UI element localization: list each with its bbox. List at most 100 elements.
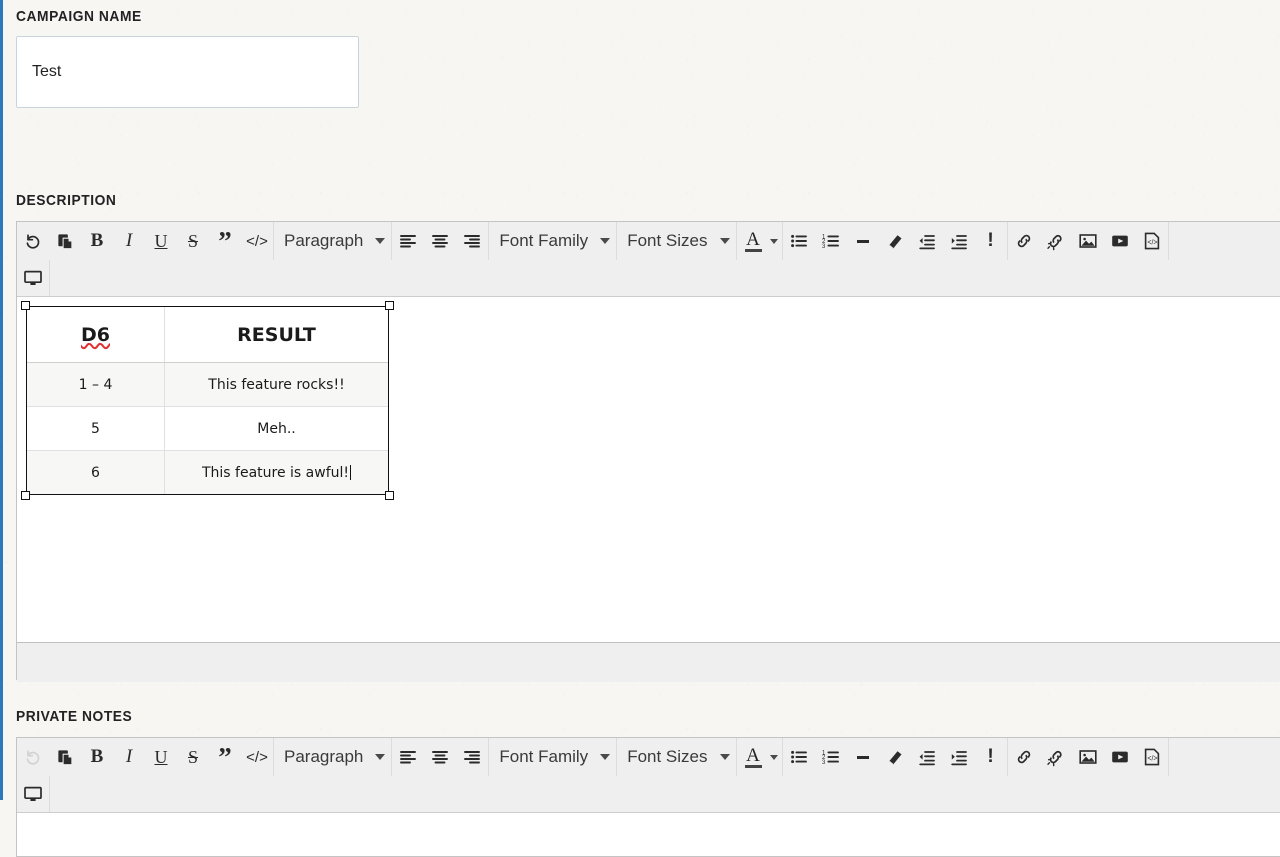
clear-formatting-button[interactable] (879, 742, 911, 772)
strikethrough-button[interactable]: S (177, 742, 209, 772)
special-button[interactable]: ! (975, 226, 1007, 256)
roll-table-cell-result[interactable]: This feature rocks!! (164, 362, 389, 407)
paragraph-style-dropdown[interactable]: Paragraph (274, 742, 391, 772)
insert-video-button[interactable] (1104, 226, 1136, 256)
resize-handle-top-left[interactable] (21, 301, 30, 310)
paste-icon (57, 233, 72, 249)
table-row[interactable]: 5 Meh.. (26, 406, 389, 451)
roll-table-header-d6[interactable]: D6 (26, 306, 165, 363)
private-notes-editor: B I U S ” </> Paragraph Font Family Font… (16, 737, 1280, 857)
clear-formatting-button[interactable] (879, 226, 911, 256)
resize-handle-top-right[interactable] (385, 301, 394, 310)
insert-video-button[interactable] (1104, 742, 1136, 772)
roll-table-header-d6-text: D6 (81, 323, 110, 346)
font-family-dropdown[interactable]: Font Family (489, 226, 616, 256)
link-button[interactable] (1008, 742, 1040, 772)
strikethrough-button[interactable]: S (177, 226, 209, 256)
align-center-button[interactable] (424, 226, 456, 256)
toolbar-group-font-family: Font Family (489, 222, 618, 260)
quote-icon: ” (218, 226, 232, 256)
font-sizes-dropdown[interactable]: Font Sizes (617, 742, 735, 772)
unlink-button[interactable] (1040, 226, 1072, 256)
horizontal-rule-button[interactable] (847, 742, 879, 772)
text-cursor (350, 464, 352, 480)
unlink-icon (1046, 750, 1062, 767)
preview-button[interactable] (17, 263, 49, 293)
bullet-list-button[interactable] (783, 742, 815, 772)
special-button[interactable]: ! (975, 742, 1007, 772)
link-button[interactable] (1008, 226, 1040, 256)
roll-table-cell-d6[interactable]: 1 – 4 (26, 362, 165, 407)
image-icon (1078, 750, 1097, 764)
text-color-icon: A (744, 744, 762, 768)
paragraph-style-dropdown[interactable]: Paragraph (274, 226, 391, 256)
italic-button[interactable]: I (113, 742, 145, 772)
bullet-list-button[interactable] (783, 226, 815, 256)
left-accent-rule (0, 0, 3, 800)
table-row[interactable]: 6 This feature is awful! (26, 450, 389, 495)
font-sizes-dropdown[interactable]: Font Sizes (617, 226, 735, 256)
align-right-button[interactable] (456, 226, 488, 256)
resize-handle-bottom-right[interactable] (385, 491, 394, 500)
indent-button[interactable] (943, 226, 975, 256)
source-code-icon: </> (1144, 748, 1159, 766)
paste-icon (57, 749, 72, 765)
toolbar-row-two (17, 260, 1280, 296)
insert-image-button[interactable] (1072, 742, 1104, 772)
toolbar-group-font-size: Font Sizes (617, 222, 737, 260)
paste-button[interactable] (49, 226, 81, 256)
text-color-button[interactable]: A (737, 742, 782, 772)
exclamation-icon: ! (987, 230, 994, 251)
code-button[interactable]: </> (241, 226, 273, 256)
font-family-dropdown[interactable]: Font Family (489, 742, 616, 772)
align-left-button[interactable] (392, 742, 424, 772)
paste-button[interactable] (49, 742, 81, 772)
align-right-button[interactable] (456, 742, 488, 772)
bullet-list-icon (790, 750, 807, 764)
blockquote-button[interactable]: ” (209, 742, 241, 772)
roll-table-cell-d6[interactable]: 5 (26, 406, 165, 451)
blockquote-button[interactable]: ” (209, 226, 241, 256)
source-code-button[interactable]: </> (1136, 226, 1168, 256)
insert-image-button[interactable] (1072, 226, 1104, 256)
campaign-name-input[interactable] (16, 36, 359, 108)
bold-icon: B (90, 746, 104, 767)
code-button[interactable]: </> (241, 742, 273, 772)
roll-table[interactable]: D6 RESULT 1 – 4 This feature rocks!! 5 M… (26, 306, 389, 495)
undo-button[interactable] (17, 226, 49, 256)
unlink-button[interactable] (1040, 742, 1072, 772)
resize-handle-bottom-left[interactable] (21, 491, 30, 500)
toolbar-group-preview (17, 776, 50, 812)
underline-button[interactable]: U (145, 226, 177, 256)
font-family-label: Font Family (499, 231, 589, 250)
bold-icon: B (90, 230, 104, 251)
align-left-icon (400, 751, 417, 764)
align-left-button[interactable] (392, 226, 424, 256)
horizontal-rule-button[interactable] (847, 226, 879, 256)
roll-table-cell-result[interactable]: This feature is awful! (164, 450, 389, 495)
bold-button[interactable]: B (81, 742, 113, 772)
roll-table-selection-wrapper[interactable]: D6 RESULT 1 – 4 This feature rocks!! 5 M… (21, 301, 394, 500)
indent-button[interactable] (943, 742, 975, 772)
toolbar-group-insert: </> (1008, 738, 1169, 776)
roll-table-header-result[interactable]: RESULT (164, 306, 389, 363)
roll-table-cell-d6[interactable]: 6 (26, 450, 165, 495)
description-editor-content[interactable]: D6 RESULT 1 – 4 This feature rocks!! 5 M… (17, 297, 1280, 642)
outdent-button[interactable] (911, 226, 943, 256)
underline-button[interactable]: U (145, 742, 177, 772)
undo-button[interactable] (17, 742, 49, 772)
source-code-button[interactable]: </> (1136, 742, 1168, 772)
outdent-button[interactable] (911, 742, 943, 772)
roll-table-cell-result[interactable]: Meh.. (164, 406, 389, 451)
private-notes-editor-content[interactable] (17, 813, 1280, 821)
table-row[interactable]: 1 – 4 This feature rocks!! (26, 362, 389, 407)
description-label: DESCRIPTION (16, 192, 117, 209)
numbered-list-button[interactable]: 1 2 3 (815, 742, 847, 772)
align-center-button[interactable] (424, 742, 456, 772)
text-color-button[interactable]: A (737, 226, 782, 256)
bold-button[interactable]: B (81, 226, 113, 256)
preview-button[interactable] (17, 779, 49, 809)
numbered-list-button[interactable]: 1 2 3 (815, 226, 847, 256)
italic-button[interactable]: I (113, 226, 145, 256)
font-sizes-label: Font Sizes (627, 231, 708, 250)
